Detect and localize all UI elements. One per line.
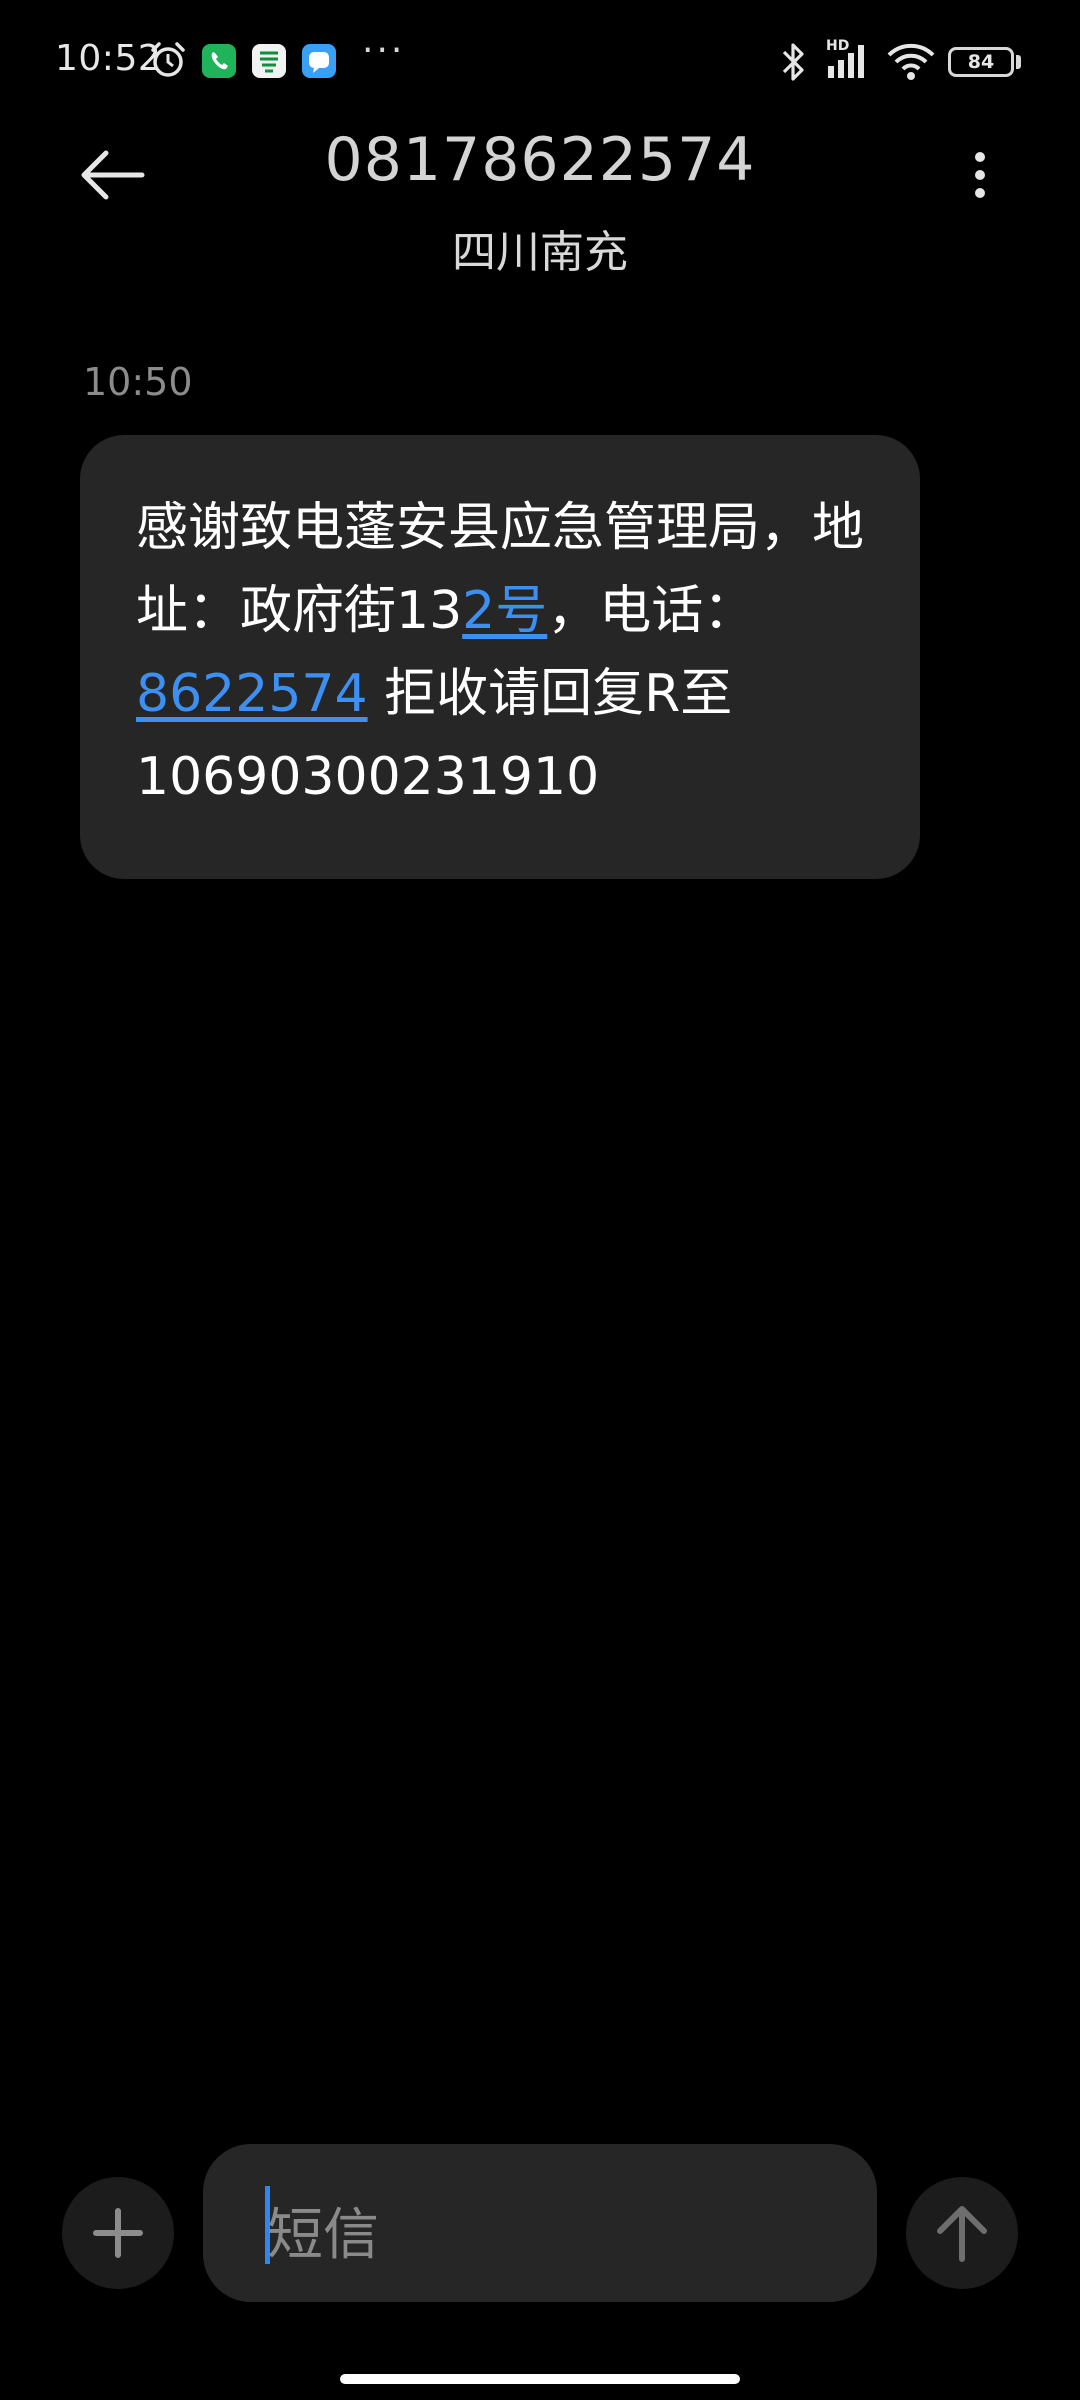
message-input-placeholder: 短信 bbox=[267, 2203, 379, 2268]
battery-icon: 84 bbox=[948, 47, 1014, 77]
message-text-part: ，电话： bbox=[547, 581, 756, 641]
phone-app-icon bbox=[202, 44, 236, 78]
home-indicator[interactable] bbox=[340, 2374, 740, 2384]
message-app-icon bbox=[302, 44, 336, 78]
contact-location: 四川南充 bbox=[452, 227, 628, 278]
received-message-bubble[interactable]: 感谢致电蓬安县应急管理局，地址：政府街132号，电话：8622574 拒收请回复… bbox=[80, 435, 920, 879]
battery-level-text: 84 bbox=[967, 51, 995, 73]
bluetooth-icon bbox=[782, 43, 804, 81]
alarm-icon bbox=[151, 42, 185, 77]
signal-icon bbox=[828, 45, 864, 78]
more-options-button[interactable] bbox=[960, 145, 1000, 205]
wifi-icon bbox=[887, 43, 935, 80]
battery-nub bbox=[1016, 55, 1021, 69]
more-vert-icon bbox=[975, 152, 985, 198]
add-attachment-button[interactable] bbox=[62, 2177, 174, 2289]
messaging-screen: 10:52 ··· HD 84 08178622574 四川南充 10:50 感… bbox=[0, 0, 1080, 2400]
send-button[interactable] bbox=[906, 2177, 1018, 2289]
post-app-icon bbox=[252, 44, 286, 78]
send-arrow-icon bbox=[937, 2206, 987, 2262]
contact-phone-number: 08178622574 bbox=[324, 125, 756, 195]
status-time: 10:52 bbox=[55, 38, 162, 79]
more-notifications-indicator: ··· bbox=[362, 30, 406, 71]
address-link[interactable]: 2号 bbox=[462, 581, 547, 641]
phone-number-link[interactable]: 8622574 bbox=[136, 664, 368, 724]
plus-icon bbox=[93, 2208, 143, 2258]
message-input[interactable]: 短信 bbox=[203, 2144, 877, 2302]
message-timestamp: 10:50 bbox=[83, 360, 193, 404]
status-bar: 10:52 ··· HD 84 bbox=[0, 0, 1080, 120]
